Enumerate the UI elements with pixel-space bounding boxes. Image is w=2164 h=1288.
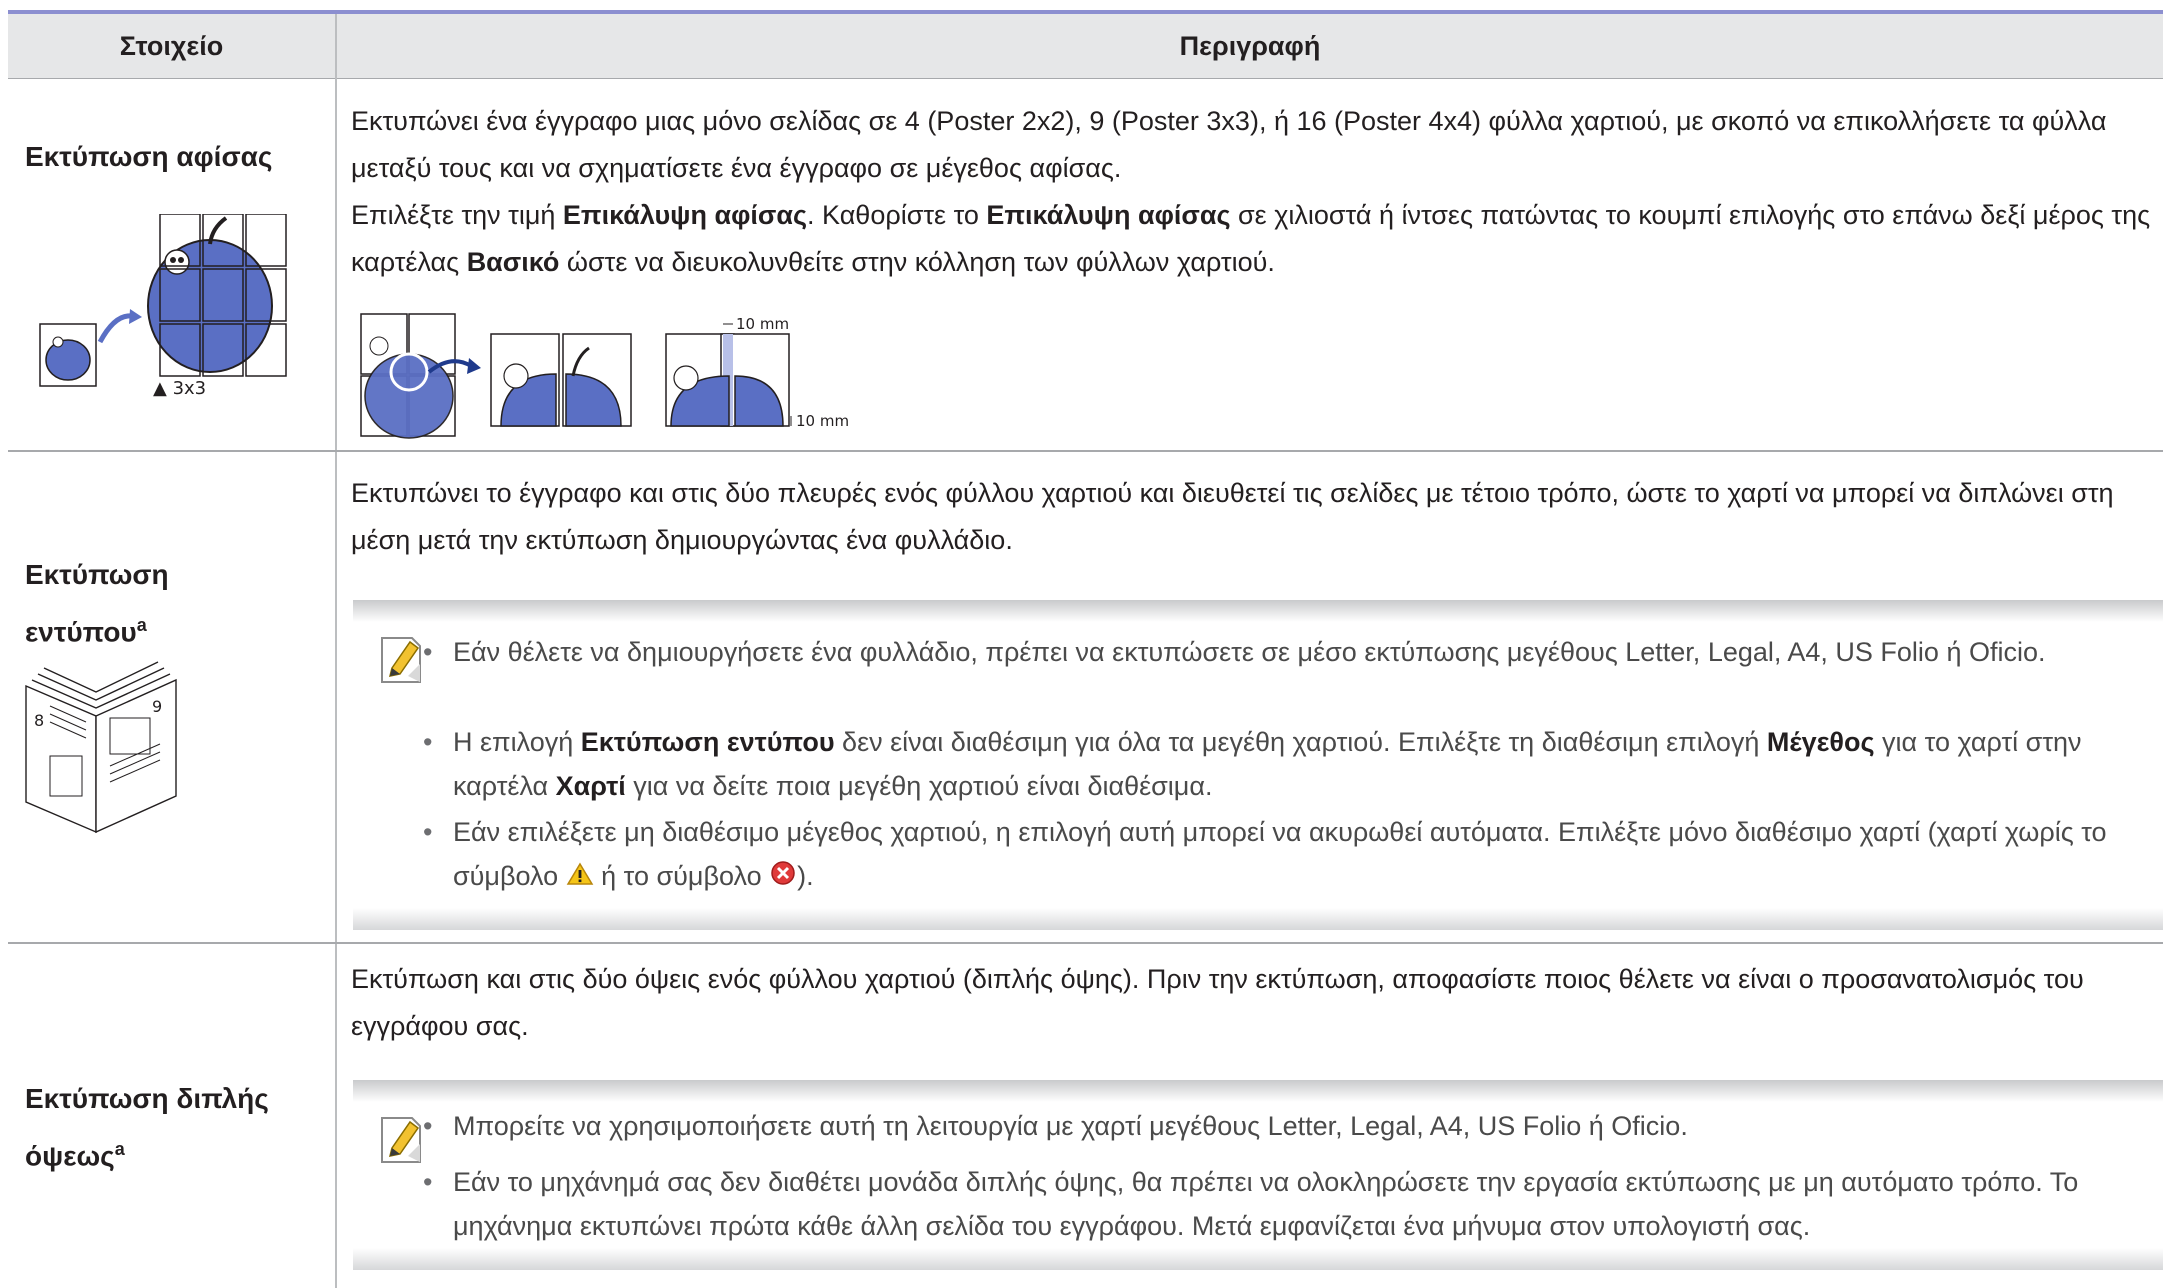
table-header: Στοιχείο Περιγραφή — [8, 14, 2163, 79]
warning-triangle-icon — [566, 856, 594, 900]
overlap-top-label: 10 mm — [736, 315, 789, 333]
poster-overlap-illustration: 10 mm 10 mm — [351, 304, 891, 449]
poster-description: Εκτυπώνει ένα έγγραφο μιας μόνο σελίδας … — [351, 106, 2107, 183]
note-pencil-icon — [378, 1112, 424, 1171]
duplex-title-line1: Εκτύπωση διπλής — [25, 1083, 269, 1114]
item-title-booklet: Εκτύπωση εντύπουa — [25, 550, 169, 657]
error-x-icon — [769, 856, 797, 900]
header-description: Περιγραφή — [1179, 31, 1321, 61]
footnote-marker: a — [114, 1139, 125, 1159]
footnote-marker: a — [136, 615, 147, 635]
small-apple-icon — [39, 323, 97, 387]
booklet-note-1: • Εάν θέλετε να δημιουργήσετε ένα φυλλάδι… — [423, 637, 2046, 667]
overlap-sheets-icon — [665, 323, 792, 427]
booklet-left-page-number: 8 — [34, 711, 44, 730]
grid-apple-icon — [147, 216, 273, 373]
item-title-duplex: Εκτύπωση διπλής όψεωςa — [25, 1074, 269, 1181]
booklet-description: Εκτυπώνει το έγγραφο και στις δύο πλευρέ… — [351, 478, 2114, 555]
apple-sheets-icon — [360, 313, 456, 439]
row-separator — [8, 450, 2163, 452]
grid-size-label: ▲ 3x3 — [153, 378, 207, 399]
note-pencil-icon — [378, 632, 424, 691]
booklet-title-line1: Εκτύπωση — [25, 559, 169, 590]
row-separator — [8, 942, 2163, 944]
booklet-note-3: • Εάν επιλέξετε μη διαθέσιμο μέγεθος χαρτ… — [423, 810, 2153, 900]
zoomed-sheets-icon — [490, 333, 632, 427]
item-title-poster: Εκτύπωση αφίσας — [25, 141, 273, 172]
duplex-description: Εκτύπωση και στις δύο όψεις ενός φύλλου … — [351, 964, 2084, 1041]
duplex-note-box: • Μπορείτε να χρησιμοποιήσετε αυτή τη λει… — [353, 1080, 2163, 1270]
duplex-title-line2: όψεωςa — [25, 1139, 125, 1172]
overlap-bottom-label: 10 mm — [796, 412, 849, 430]
column-divider — [335, 14, 337, 1288]
booklet-illustration: 8 9 — [20, 646, 185, 841]
booklet-right-page-number: 9 — [152, 697, 162, 716]
options-table: Στοιχείο Περιγραφή Εκτύπωση αφίσας ▲ 3x3… — [8, 10, 2163, 1288]
booklet-note-2: • Η επιλογή Εκτύπωση εντύπου δεν είναι δι… — [423, 727, 2082, 801]
booklet-note-box: • Εάν θέλετε να δημιουργήσετε ένα φυλλάδι… — [353, 600, 2163, 930]
duplex-note-1: • Μπορείτε να χρησιμοποιήσετε αυτή τη λει… — [423, 1111, 1688, 1141]
duplex-note-2: • Εάν το μηχάνημά σας δεν διαθέτει μονάδα… — [423, 1167, 2079, 1241]
poster-overlap-instructions: Επιλέξτε την τιμή Επικάλυψη αφίσας. Καθο… — [351, 200, 2151, 277]
header-item: Στοιχείο — [119, 31, 224, 61]
